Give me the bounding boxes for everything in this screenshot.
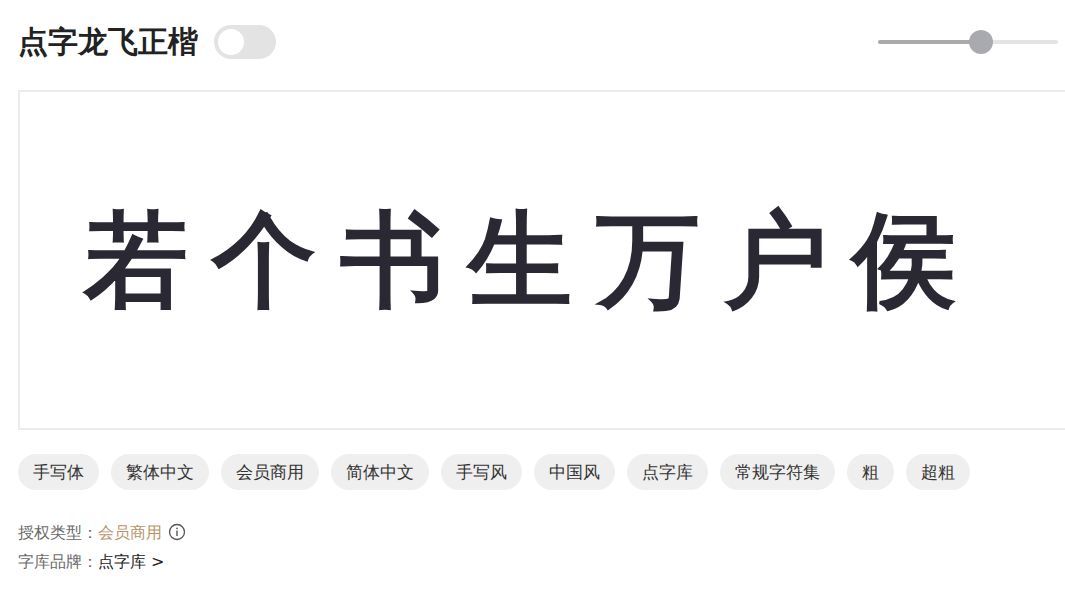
license-label: 授权类型： [18, 523, 98, 542]
brand-label: 字库品牌： [18, 552, 98, 571]
license-value: 会员商用 [98, 523, 162, 542]
preview-box: 若个书生万户侯 [18, 90, 1065, 430]
toggle-knob [218, 29, 244, 55]
license-row: 授权类型：会员商用 [18, 518, 1065, 547]
brand-row: 字库品牌：点字库 > [18, 547, 1065, 576]
info: 授权类型：会员商用字库品牌：点字库 > [18, 518, 1065, 576]
brand-link[interactable]: 点字库 > [98, 552, 165, 571]
tag[interactable]: 粗 [847, 454, 894, 490]
size-slider-fill [878, 40, 981, 44]
tag[interactable]: 会员商用 [221, 454, 319, 490]
tag[interactable]: 简体中文 [331, 454, 429, 490]
size-slider[interactable] [878, 40, 1058, 44]
font-detail: 点字龙飞正楷若个书生万户侯手写体繁体中文会员商用简体中文手写风中国风点字库常规字… [0, 0, 1065, 597]
header: 点字龙飞正楷 [18, 18, 1065, 66]
tag[interactable]: 手写风 [441, 454, 522, 490]
tag[interactable]: 中国风 [534, 454, 615, 490]
info-icon[interactable] [168, 523, 186, 541]
tag[interactable]: 超粗 [906, 454, 970, 490]
tag[interactable]: 繁体中文 [111, 454, 209, 490]
tag[interactable]: 常规字符集 [720, 454, 835, 490]
font-name: 点字龙飞正楷 [18, 24, 198, 60]
tag-list: 手写体繁体中文会员商用简体中文手写风中国风点字库常规字符集粗超粗 [18, 454, 1065, 490]
size-slider-thumb[interactable] [969, 30, 993, 54]
toggle-switch[interactable] [214, 25, 276, 59]
tag[interactable]: 手写体 [18, 454, 99, 490]
tag[interactable]: 点字库 [627, 454, 708, 490]
preview-text: 若个书生万户侯 [84, 198, 980, 323]
